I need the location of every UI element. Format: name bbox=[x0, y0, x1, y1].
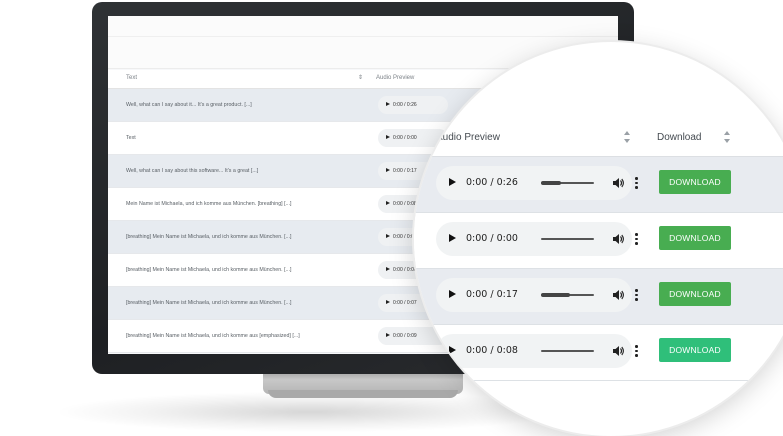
audio-time: 0:00 / 0:17 bbox=[466, 289, 518, 300]
download-button[interactable]: DOWNLOAD bbox=[659, 338, 731, 362]
audio-progress-track[interactable] bbox=[541, 181, 594, 185]
column-header-audio-preview[interactable]: Audio Preview bbox=[376, 75, 414, 81]
play-icon[interactable] bbox=[386, 333, 390, 337]
audio-player[interactable]: 0:00 / 0:00 bbox=[436, 222, 638, 256]
sort-icon[interactable]: ⇕ bbox=[358, 74, 363, 81]
volume-icon[interactable] bbox=[612, 289, 624, 301]
audio-time: 0:00 / 0:26 bbox=[466, 177, 518, 188]
row-text: [breathing] Mein Name ist Michaela, und … bbox=[126, 300, 292, 306]
column-header-audio-preview[interactable]: Audio Preview bbox=[436, 132, 500, 143]
more-vertical-icon[interactable] bbox=[635, 289, 639, 301]
audio-player[interactable]: 0:00 / 0:08 bbox=[436, 334, 638, 368]
monitor-stand-base bbox=[268, 390, 458, 398]
sort-icon[interactable] bbox=[724, 131, 730, 145]
zoomed-table-row: 0:00 / 0:00 DOWNLOAD bbox=[414, 213, 783, 269]
row-text: [breathing] Mein Name ist Michaela, und … bbox=[126, 267, 292, 273]
download-button[interactable]: DOWNLOAD bbox=[659, 282, 731, 306]
column-header-download[interactable]: Download bbox=[657, 132, 701, 143]
row-text: Well, what can I say about it... It's a … bbox=[126, 102, 252, 108]
zoomed-table-row: 0:00 / 0:08 DOWNLOAD bbox=[414, 325, 783, 381]
more-vertical-icon[interactable] bbox=[635, 177, 639, 189]
magnifier-lens: Audio Preview Download 0:00 / 0:26 DOWNL… bbox=[414, 42, 783, 436]
play-icon[interactable] bbox=[386, 234, 390, 238]
floor-shadow bbox=[60, 392, 560, 432]
download-button[interactable]: DOWNLOAD bbox=[659, 170, 731, 194]
audio-progress-track[interactable] bbox=[541, 293, 594, 297]
play-icon[interactable] bbox=[449, 178, 456, 186]
more-vertical-icon[interactable] bbox=[635, 345, 639, 357]
volume-icon[interactable] bbox=[612, 233, 624, 245]
audio-player[interactable]: 0:00 / 0:26 bbox=[378, 96, 448, 114]
zoomed-table-header: Audio Preview Download bbox=[414, 122, 783, 157]
play-icon[interactable] bbox=[386, 267, 390, 271]
play-icon[interactable] bbox=[449, 346, 456, 354]
row-text: Mein Name ist Michaela, und ich komme au… bbox=[126, 201, 292, 207]
row-text: Well, what can I say about this software… bbox=[126, 168, 259, 174]
row-text: [breathing] Mein Name ist Michaela, und … bbox=[126, 234, 292, 240]
audio-progress-fill bbox=[541, 181, 562, 185]
play-icon[interactable] bbox=[449, 234, 456, 242]
play-icon[interactable] bbox=[386, 168, 390, 172]
audio-time: 0:00 / 0:00 bbox=[466, 233, 518, 244]
more-vertical-icon[interactable] bbox=[635, 233, 639, 245]
download-button[interactable]: DOWNLOAD bbox=[659, 226, 731, 250]
audio-time: 0:00 / 0:26 bbox=[393, 102, 417, 108]
row-text: Text bbox=[126, 135, 136, 141]
column-header-text[interactable]: Text bbox=[126, 75, 137, 81]
sort-icon[interactable] bbox=[624, 131, 630, 145]
play-icon[interactable] bbox=[386, 300, 390, 304]
row-text: [breathing] Mein Name ist Michaela, und … bbox=[126, 333, 300, 339]
audio-progress-fill bbox=[541, 293, 571, 297]
audio-time: 0:00 / 0:08 bbox=[466, 345, 518, 356]
volume-icon[interactable] bbox=[612, 177, 624, 189]
play-icon[interactable] bbox=[386, 102, 390, 106]
audio-player[interactable]: 0:00 / 0:26 bbox=[436, 166, 638, 200]
play-icon[interactable] bbox=[386, 135, 390, 139]
play-icon[interactable] bbox=[386, 201, 390, 205]
audio-progress-track[interactable] bbox=[541, 350, 594, 352]
zoomed-table-row: 0:00 / 0:26 DOWNLOAD bbox=[414, 157, 783, 213]
audio-player[interactable]: 0:00 / 0:17 bbox=[436, 278, 638, 312]
audio-progress-track[interactable] bbox=[541, 238, 594, 240]
volume-icon[interactable] bbox=[612, 345, 624, 357]
play-icon[interactable] bbox=[449, 290, 456, 298]
zoomed-table-row: 0:00 / 0:17 DOWNLOAD bbox=[414, 269, 783, 325]
